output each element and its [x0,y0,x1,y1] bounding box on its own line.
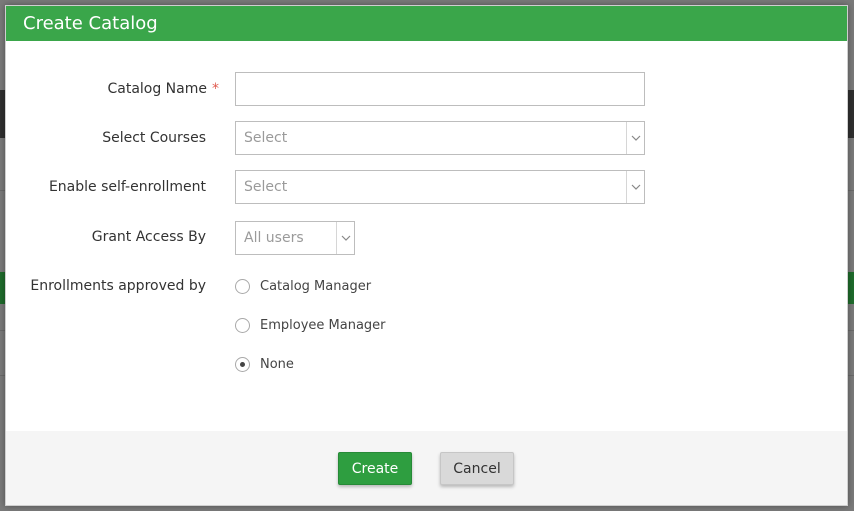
grant-access-dropdown[interactable]: All users [235,221,355,255]
radio-label: Employee Manager [260,318,386,333]
create-catalog-dialog: Create Catalog Catalog Name * Select Cour… [5,5,848,506]
grant-access-row: Grant Access By All users [6,221,849,255]
dialog-footer: Create Cancel [6,431,847,505]
grant-access-label: Grant Access By [91,229,206,245]
required-asterisk: * [212,81,219,97]
select-courses-value: Select [244,130,288,146]
cancel-button[interactable]: Cancel [440,452,514,485]
select-courses-row: Select Courses Select [6,121,849,155]
chevron-down-icon[interactable] [626,171,644,203]
select-courses-label: Select Courses [102,130,206,146]
catalog-name-label-text: Catalog Name [107,81,207,97]
self-enrollment-row: Enable self-enrollment Select [6,170,849,204]
catalog-name-row: Catalog Name * [6,72,849,106]
grant-access-value: All users [244,230,304,246]
dialog-body: Catalog Name * Select Courses Select Enab… [6,41,847,431]
radio-label: Catalog Manager [260,279,372,294]
catalog-name-input[interactable] [235,72,645,106]
radio-option-employee-manager[interactable]: Employee Manager [235,318,386,333]
chevron-down-icon[interactable] [336,222,354,254]
catalog-name-label: Catalog Name * [107,81,219,97]
radio-button-selected[interactable] [235,357,250,372]
radio-button[interactable] [235,279,250,294]
select-courses-dropdown[interactable]: Select [235,121,645,155]
radio-option-none[interactable]: None [235,357,294,372]
radio-label: None [260,357,294,372]
self-enrollment-value: Select [244,179,288,195]
dialog-title: Create Catalog [23,13,158,34]
self-enrollment-label: Enable self-enrollment [48,179,206,195]
dialog-header: Create Catalog [6,6,847,41]
self-enrollment-dropdown[interactable]: Select [235,170,645,204]
radio-option-catalog-manager[interactable]: Catalog Manager [235,279,371,294]
approved-by-row: Enrollments approved by Catalog Manager … [6,277,849,387]
radio-button[interactable] [235,318,250,333]
create-button[interactable]: Create [338,452,412,485]
chevron-down-icon[interactable] [626,122,644,154]
approved-by-label: Enrollments approved by [30,278,206,294]
